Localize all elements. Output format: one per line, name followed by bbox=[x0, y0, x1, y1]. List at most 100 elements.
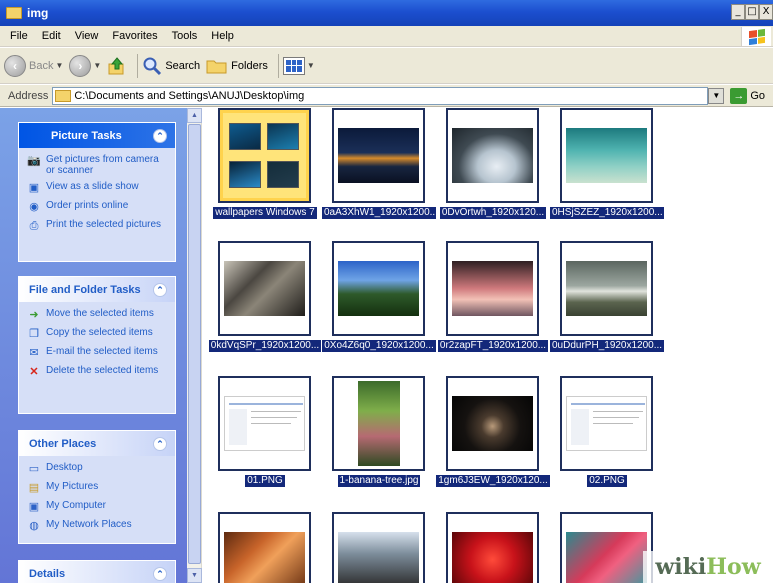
back-arrow-icon: ‹ bbox=[4, 54, 26, 77]
task-delete-items[interactable]: ✕ Delete the selected items bbox=[27, 365, 169, 379]
forward-arrow-icon: › bbox=[69, 54, 92, 77]
file-name: wallpapers Windows 7 bbox=[212, 207, 318, 219]
details-header[interactable]: Details ⌃ bbox=[19, 561, 175, 583]
up-folder-icon bbox=[108, 56, 124, 74]
details-panel: Details ⌃ bbox=[18, 560, 176, 583]
file-name: 0uDdurPH_1920x1200... bbox=[550, 340, 664, 352]
address-label: Address bbox=[8, 89, 49, 102]
go-label: Go bbox=[750, 89, 765, 102]
scroll-up-arrow-icon[interactable]: ▲ bbox=[187, 108, 202, 123]
task-move-items[interactable]: ➜ Move the selected items bbox=[27, 308, 169, 322]
scroll-down-arrow-icon[interactable]: ▼ bbox=[187, 568, 202, 583]
picture-tasks-header[interactable]: Picture Tasks ⌃ bbox=[19, 123, 175, 148]
file-name: 0kdVqSPr_1920x1200... bbox=[208, 340, 322, 352]
task-label: Order prints online bbox=[46, 200, 129, 211]
task-order-prints[interactable]: ◉ Order prints online bbox=[27, 200, 169, 214]
folders-button[interactable]: Folders bbox=[206, 57, 268, 75]
slideshow-icon: ▣ bbox=[28, 181, 40, 194]
copy-icon: ❐ bbox=[29, 327, 39, 340]
image-thumbnail bbox=[218, 512, 311, 583]
other-places-panel: Other Places ⌃ ▭ Desktop ▤ My Pictures ▣… bbox=[18, 430, 176, 544]
views-dropdown-icon[interactable]: ▼ bbox=[307, 61, 315, 70]
task-copy-items[interactable]: ❐ Copy the selected items bbox=[27, 327, 169, 341]
details-title: Details bbox=[29, 567, 66, 580]
file-name: 1-banana-tree.jpg bbox=[336, 475, 422, 487]
collapse-chevron-icon[interactable]: ⌃ bbox=[153, 436, 167, 451]
menu-favorites[interactable]: Favorites bbox=[105, 30, 164, 42]
menu-edit[interactable]: Edit bbox=[35, 30, 68, 42]
toolbar-separator bbox=[277, 53, 279, 78]
watermark-part2: How bbox=[706, 554, 761, 580]
place-desktop[interactable]: ▭ Desktop bbox=[27, 462, 169, 476]
place-my-computer[interactable]: ▣ My Computer bbox=[27, 500, 169, 514]
up-folder-button[interactable] bbox=[107, 56, 127, 76]
search-button[interactable]: Search bbox=[142, 56, 200, 76]
collapse-chevron-icon[interactable]: ⌃ bbox=[153, 282, 167, 297]
file-folder-tasks-title: File and Folder Tasks bbox=[29, 283, 141, 296]
menu-tools[interactable]: Tools bbox=[165, 30, 205, 42]
views-icon bbox=[282, 56, 305, 75]
menu-help[interactable]: Help bbox=[204, 30, 241, 42]
task-slide-show[interactable]: ▣ View as a slide show bbox=[27, 181, 169, 195]
my-computer-icon: ▣ bbox=[28, 500, 40, 513]
place-my-pictures[interactable]: ▤ My Pictures bbox=[27, 481, 169, 495]
other-places-header[interactable]: Other Places ⌃ bbox=[19, 431, 175, 456]
back-dropdown-icon[interactable]: ▼ bbox=[55, 61, 63, 70]
task-get-pictures[interactable]: 📷 Get pictures from camera or scanner bbox=[27, 154, 169, 176]
collapse-chevron-icon[interactable]: ⌃ bbox=[153, 128, 167, 143]
file-name: 1gm6J3EW_1920x120... bbox=[436, 475, 550, 487]
file-name: 0HSjSZEZ_1920x1200... bbox=[550, 207, 664, 219]
file-view: ▲ ▼ wallpapers Windows 7 0aA3XhW1_1920x1… bbox=[187, 108, 773, 583]
task-print-pictures[interactable]: ⎙ Print the selected pictures bbox=[27, 219, 169, 233]
title-bar: img _ □ X bbox=[0, 0, 773, 26]
place-label: My Network Places bbox=[46, 519, 132, 530]
views-button[interactable]: ▼ bbox=[282, 56, 315, 75]
place-network[interactable]: ◍ My Network Places bbox=[27, 519, 169, 533]
file-name: 0Xo4Z6q0_1920x1200... bbox=[322, 340, 436, 352]
file-folder-tasks-header[interactable]: File and Folder Tasks ⌃ bbox=[19, 277, 175, 302]
task-label: Get pictures from camera or scanner bbox=[46, 154, 159, 176]
place-label: Desktop bbox=[46, 462, 83, 473]
image-thumbnail bbox=[446, 241, 539, 336]
address-dropdown-icon[interactable]: ▼ bbox=[708, 87, 725, 104]
windows-logo-icon bbox=[741, 27, 771, 46]
forward-dropdown-icon[interactable]: ▼ bbox=[93, 61, 101, 70]
folder-thumbnail bbox=[218, 108, 311, 203]
back-button[interactable]: ‹ Back ▼ bbox=[4, 54, 63, 77]
minimize-button[interactable]: _ bbox=[731, 4, 745, 20]
forward-button[interactable]: › ▼ bbox=[69, 54, 101, 77]
delete-icon: ✕ bbox=[29, 365, 39, 378]
back-label: Back bbox=[29, 59, 54, 72]
image-thumbnail bbox=[560, 241, 653, 336]
menu-file[interactable]: File bbox=[3, 30, 35, 42]
address-field[interactable]: C:\Documents and Settings\ANUJ\Desktop\i… bbox=[52, 86, 709, 105]
image-thumbnail bbox=[560, 512, 653, 583]
image-thumbnail bbox=[560, 376, 653, 471]
collapse-chevron-icon[interactable]: ⌃ bbox=[153, 566, 167, 581]
task-email-items[interactable]: ✉ E-mail the selected items bbox=[27, 346, 169, 360]
file-name: 02.PNG bbox=[586, 475, 628, 487]
image-thumbnail bbox=[332, 512, 425, 583]
file-name: 0r2zapFT_1920x1200... bbox=[436, 340, 550, 352]
search-icon bbox=[143, 57, 162, 75]
folder-icon bbox=[6, 7, 22, 19]
image-thumbnail bbox=[446, 512, 539, 583]
vertical-scrollbar[interactable]: ▲ ▼ bbox=[187, 108, 202, 583]
menu-view[interactable]: View bbox=[68, 30, 106, 42]
watermark-part1: wiki bbox=[655, 554, 707, 580]
maximize-button[interactable]: □ bbox=[745, 4, 759, 20]
other-places-title: Other Places bbox=[29, 437, 97, 450]
file-name: 0DvOrtwh_1920x120... bbox=[438, 207, 548, 219]
image-thumbnail bbox=[218, 241, 311, 336]
go-button[interactable]: → Go bbox=[730, 87, 765, 104]
globe-icon: ◉ bbox=[29, 200, 39, 213]
image-thumbnail bbox=[446, 376, 539, 471]
toolbar: ‹ Back ▼ › ▼ Search Folders ▼ bbox=[0, 48, 773, 84]
close-button[interactable]: X bbox=[759, 4, 773, 20]
scroll-thumb[interactable] bbox=[188, 124, 201, 564]
move-icon: ➜ bbox=[29, 308, 39, 321]
folders-label: Folders bbox=[231, 59, 268, 72]
image-thumbnail bbox=[218, 376, 311, 471]
image-thumbnail bbox=[446, 108, 539, 203]
task-label: Move the selected items bbox=[46, 308, 154, 319]
